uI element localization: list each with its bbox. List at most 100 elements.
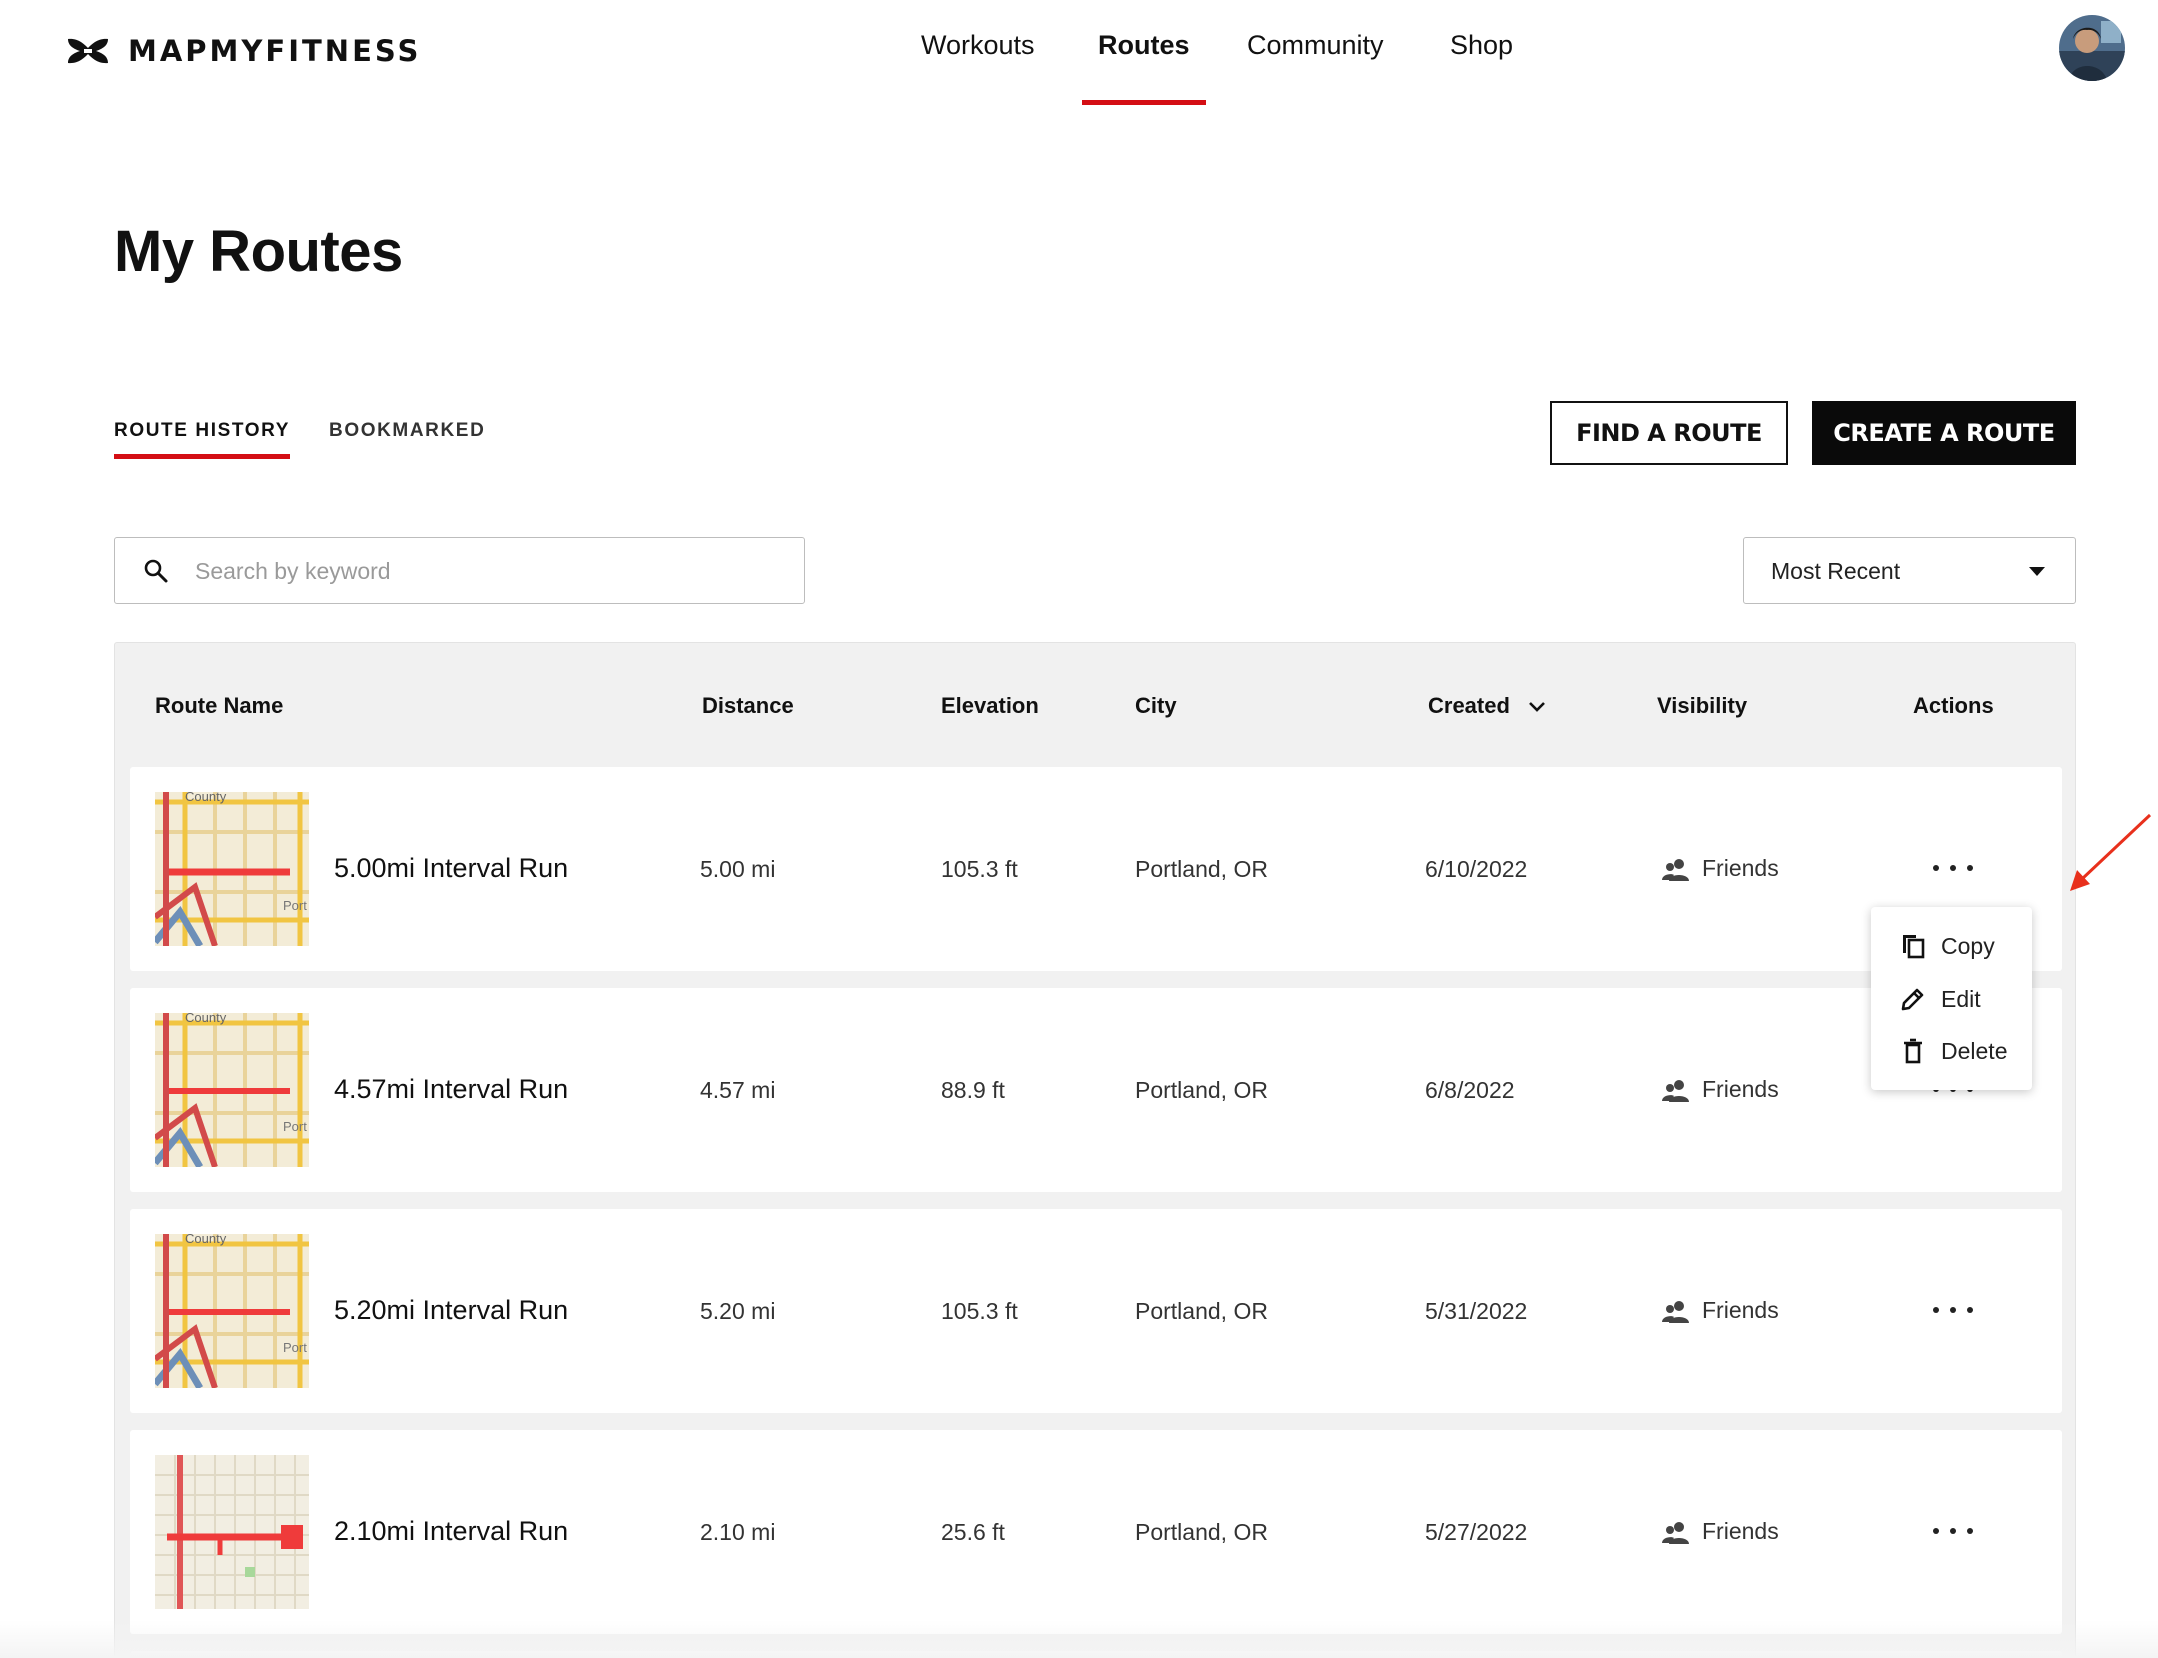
trash-icon	[1904, 1038, 1922, 1064]
route-visibility: Friends	[1662, 855, 1779, 882]
menu-item-label: Copy	[1941, 932, 1995, 959]
map-label: Port	[283, 898, 307, 913]
route-distance: 5.00 mi	[700, 856, 776, 882]
route-visibility: Friends	[1662, 1297, 1779, 1324]
route-map-thumbnail[interactable]: County Port	[155, 792, 309, 946]
user-avatar[interactable]	[2059, 15, 2125, 81]
nav-item-routes[interactable]: Routes	[1082, 30, 1205, 105]
search-input[interactable]	[195, 548, 785, 594]
search-box	[114, 537, 805, 604]
friends-icon	[1662, 1521, 1689, 1544]
column-header-elevation[interactable]: Elevation	[941, 693, 1039, 719]
column-header-created-label: Created	[1428, 693, 1510, 718]
more-actions-button[interactable]	[1933, 853, 1973, 883]
caret-down-icon	[2029, 567, 2045, 576]
visibility-label: Friends	[1702, 1076, 1779, 1102]
map-label: County	[185, 1013, 227, 1025]
route-visibility: Friends	[1662, 1076, 1779, 1103]
route-elevation: 105.3 ft	[941, 1298, 1018, 1324]
map-label: County	[185, 792, 227, 804]
dot	[1933, 1528, 1939, 1534]
map-label: Port	[283, 1340, 307, 1355]
visibility-label: Friends	[1702, 1297, 1779, 1323]
column-header-city[interactable]: City	[1135, 693, 1177, 719]
route-elevation: 25.6 ft	[941, 1519, 1005, 1545]
menu-item-label: Edit	[1941, 985, 1981, 1012]
map-label: County	[185, 1234, 227, 1246]
route-map-image	[155, 1455, 309, 1609]
route-map-thumbnail[interactable]: County Port	[155, 1234, 309, 1388]
route-elevation: 88.9 ft	[941, 1077, 1005, 1103]
route-city: Portland, OR	[1135, 1298, 1268, 1324]
friends-icon	[1662, 1079, 1689, 1102]
nav-item-shop[interactable]: Shop	[1450, 30, 1513, 104]
menu-item-delete[interactable]: Delete	[1871, 1025, 2032, 1077]
search-icon	[144, 559, 168, 583]
menu-item-label: Delete	[1941, 1037, 2008, 1064]
route-created-date: 6/8/2022	[1425, 1077, 1515, 1103]
brand-name: MAPMYFITNESS	[128, 34, 422, 68]
dot	[1933, 865, 1939, 871]
menu-item-edit[interactable]: Edit	[1871, 973, 2032, 1025]
map-label: Port	[283, 1119, 307, 1134]
menu-item-copy[interactable]: Copy	[1871, 920, 2032, 972]
create-route-button[interactable]: CREATE A ROUTE	[1812, 401, 2076, 465]
table-row[interactable]: County Port 5.20mi Interval Run 5.20 mi …	[130, 1209, 2062, 1413]
sort-select[interactable]: Most Recent	[1743, 537, 2076, 604]
route-name-link[interactable]: 2.10mi Interval Run	[334, 1516, 568, 1547]
nav-item-workouts[interactable]: Workouts	[921, 30, 1035, 104]
top-navigation-bar: MAPMYFITNESS Workouts Routes Community S…	[0, 0, 2158, 105]
routes-table: Route Name Distance Elevation City Creat…	[114, 642, 2076, 1658]
column-header-created[interactable]: Created	[1428, 693, 1546, 719]
column-header-distance[interactable]: Distance	[702, 693, 794, 719]
pencil-icon	[1901, 988, 1924, 1011]
friends-icon	[1662, 858, 1689, 881]
avatar-photo	[2059, 15, 2125, 81]
column-header-actions: Actions	[1913, 693, 1994, 718]
visibility-label: Friends	[1702, 855, 1779, 881]
route-name-link[interactable]: 4.57mi Interval Run	[334, 1074, 568, 1105]
brand[interactable]: MAPMYFITNESS	[64, 34, 421, 68]
friends-icon	[1662, 1300, 1689, 1323]
route-created-date: 5/27/2022	[1425, 1519, 1528, 1545]
copy-icon	[1903, 935, 1925, 959]
route-distance: 4.57 mi	[700, 1077, 776, 1103]
table-row[interactable]: County Port 5.00mi Interval Run 5.00 mi …	[130, 767, 2062, 971]
dot	[1933, 1307, 1939, 1313]
route-city: Portland, OR	[1135, 856, 1268, 882]
more-actions-button[interactable]	[1933, 1516, 1973, 1546]
visibility-label: Friends	[1702, 1518, 1779, 1544]
route-city: Portland, OR	[1135, 1519, 1268, 1545]
route-distance: 5.20 mi	[700, 1298, 776, 1324]
dot	[1967, 1307, 1973, 1313]
page-title: My Routes	[114, 219, 403, 284]
route-created-date: 5/31/2022	[1425, 1298, 1528, 1324]
column-header-route-name[interactable]: Route Name	[155, 693, 283, 719]
route-map-image: County Port	[155, 792, 309, 946]
route-name-link[interactable]: 5.00mi Interval Run	[334, 853, 568, 884]
find-route-button[interactable]: FIND A ROUTE	[1550, 401, 1788, 465]
route-city: Portland, OR	[1135, 1077, 1268, 1103]
table-row[interactable]: 2.10mi Interval Run 2.10 mi 25.6 ft Port…	[130, 1430, 2062, 1634]
dot	[1967, 1528, 1973, 1534]
route-created-date: 6/10/2022	[1425, 856, 1528, 882]
route-map-image: County Port	[155, 1013, 309, 1167]
tab-bookmarked[interactable]: BOOKMARKED	[329, 420, 485, 442]
route-map-image: County Port	[155, 1234, 309, 1388]
route-map-thumbnail[interactable]: County Port	[155, 1013, 309, 1167]
tab-route-history[interactable]: ROUTE HISTORY	[114, 420, 290, 459]
more-actions-button[interactable]	[1933, 1295, 1973, 1325]
nav-item-community[interactable]: Community	[1247, 30, 1384, 104]
sort-select-value: Most Recent	[1771, 558, 1901, 584]
under-armour-logo-icon	[68, 38, 108, 64]
table-row[interactable]: County Port 4.57mi Interval Run 4.57 mi …	[130, 988, 2062, 1192]
actions-menu: Copy Edit Delete	[1871, 907, 2032, 1090]
dot	[1950, 1307, 1956, 1313]
chevron-down-icon	[1529, 702, 1545, 713]
route-distance: 2.10 mi	[700, 1519, 776, 1545]
route-map-thumbnail[interactable]	[155, 1455, 309, 1609]
route-name-link[interactable]: 5.20mi Interval Run	[334, 1295, 568, 1326]
annotation-arrow-icon	[2070, 813, 2152, 891]
column-header-visibility[interactable]: Visibility	[1657, 693, 1747, 719]
bottom-fade	[0, 1620, 2158, 1658]
